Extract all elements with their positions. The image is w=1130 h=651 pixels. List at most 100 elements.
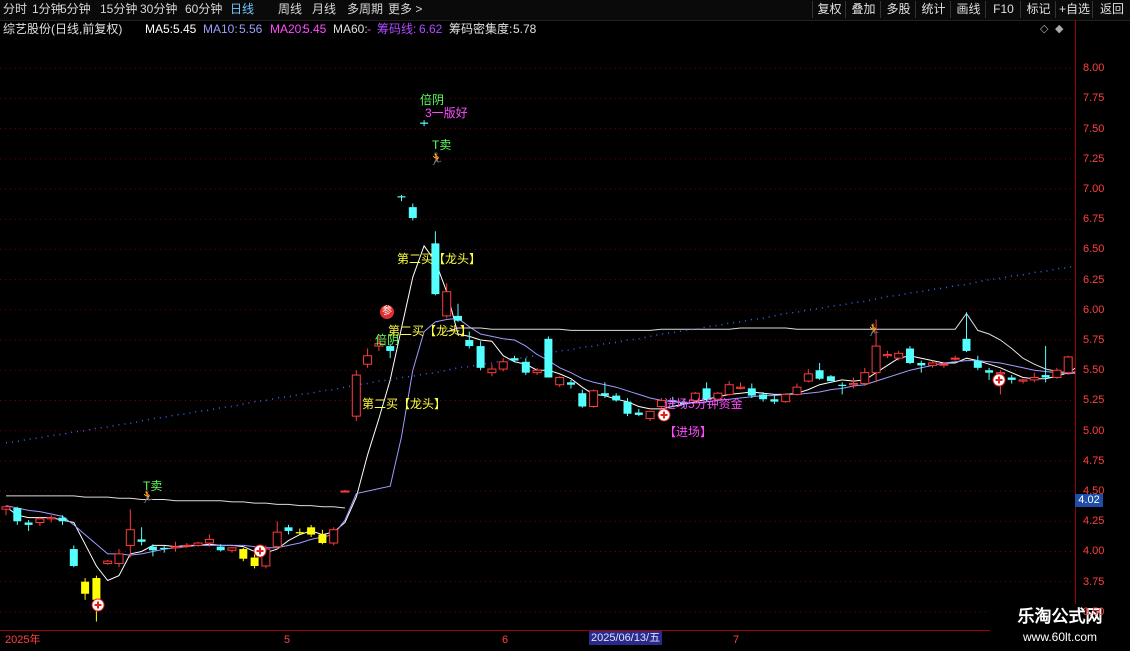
candle: [363, 348, 373, 368]
price-tick: 7.50: [1083, 122, 1105, 135]
indicator-info-bar: 综艺股份(日线,前复权) MA5: 5.45 MA10: 5.56 MA20: …: [0, 20, 1075, 38]
selected-date: 2025/06/13/五: [589, 631, 663, 645]
candle: [103, 559, 113, 565]
kline-chart: [0, 67, 1075, 622]
price-tick: 6.50: [1083, 243, 1105, 256]
runner-icon-1: 🏃: [140, 490, 155, 504]
diamond-icon[interactable]: ◇: [1040, 22, 1048, 35]
candle: [736, 382, 745, 390]
chip-line-value: 6.62: [419, 22, 443, 36]
date-tick: 2025年: [5, 634, 41, 646]
candle: [307, 524, 316, 537]
candle: [747, 383, 756, 399]
toolbar-button-2[interactable]: 多股: [880, 1, 916, 18]
toolbar-button-1[interactable]: 叠加: [845, 1, 881, 18]
tab-4[interactable]: 30分钟: [140, 2, 177, 17]
candle: [985, 367, 994, 380]
toolbar-button-5[interactable]: F10: [985, 1, 1021, 18]
plus-circle-icon: [253, 544, 267, 558]
candle: [340, 489, 350, 493]
tab-0[interactable]: 分时: [3, 2, 27, 17]
candle: [125, 509, 135, 558]
series-line-3: [5, 265, 1075, 444]
candle: [612, 393, 621, 402]
candle: [171, 541, 180, 552]
series-line-2: [6, 312, 1075, 509]
date-axis: 2025年 5 6 7: [0, 630, 1075, 651]
plus-circle-icon: [91, 598, 105, 612]
candle: [555, 376, 565, 388]
chip-line-label: 筹码线:: [377, 22, 417, 36]
candle: [351, 370, 361, 421]
candle: [1052, 367, 1062, 379]
candle: [589, 389, 599, 408]
toolbar-button-0[interactable]: 复权: [812, 1, 846, 18]
candle: [1063, 355, 1073, 374]
candle: [1029, 372, 1039, 383]
ma60-label: MA60:: [333, 22, 368, 36]
enter-label: 【进场】: [664, 425, 713, 439]
candle: [973, 355, 982, 371]
candle: [498, 358, 508, 372]
enter-funds-label: 进场5分钟资金: [664, 397, 743, 411]
candle: [1041, 346, 1050, 383]
price-tick: 6.00: [1083, 303, 1105, 316]
candle: [137, 527, 146, 546]
runner-icon-3: 🏃: [866, 323, 881, 337]
tab-5[interactable]: 60分钟: [185, 2, 222, 17]
price-tick: 5.75: [1083, 334, 1105, 347]
candle: [826, 375, 835, 382]
toolbar-button-7[interactable]: +自选: [1055, 1, 1093, 18]
toolbar-button-4[interactable]: 画线: [950, 1, 986, 18]
toolbar-button-6[interactable]: 标记: [1020, 1, 1056, 18]
candle: [476, 341, 485, 371]
candle: [770, 395, 779, 405]
tab-3[interactable]: 15分钟: [100, 2, 137, 17]
brand-name: 乐淘公式网: [1017, 607, 1103, 626]
price-tick: 5.25: [1083, 394, 1105, 407]
candle: [950, 355, 960, 361]
candle: [227, 546, 237, 553]
candle: [815, 362, 824, 380]
chip-density-label: 筹码密集度:: [449, 22, 513, 36]
candle: [442, 283, 452, 319]
candle: [1018, 378, 1028, 384]
candle: [239, 547, 248, 562]
candle: [578, 389, 587, 408]
board-label: 3一版好: [425, 106, 468, 120]
runner-icon-2: 🏃: [429, 152, 444, 166]
tab-6[interactable]: 日线: [230, 2, 254, 17]
toolbar-button-3[interactable]: 统计: [915, 1, 951, 18]
tab-9[interactable]: 多周期: [347, 2, 383, 17]
period-toolbar: 分时 1分钟 5分钟 15分钟 30分钟 60分钟 日线 周线 月线 多周期 更多 > 复权 叠加 多股统…: [0, 0, 1130, 21]
ma60-value: -: [367, 22, 371, 36]
diamond-filled-icon[interactable]: ◆: [1055, 22, 1063, 35]
candle: [284, 524, 293, 535]
tab-7[interactable]: 周线: [278, 2, 302, 17]
price-tick: 8.00: [1083, 62, 1105, 75]
price-tick: 4.75: [1083, 454, 1105, 467]
candle: [781, 393, 791, 403]
candle: [81, 578, 90, 600]
price-tick: 5.00: [1083, 424, 1105, 437]
price-axis: [1075, 20, 1130, 630]
candle: [420, 120, 429, 127]
candle: [544, 336, 553, 378]
candle: [13, 506, 22, 525]
candle: [917, 360, 926, 373]
candle: [510, 355, 519, 362]
tab-10[interactable]: 更多 >: [388, 2, 422, 17]
tab-1[interactable]: 1分钟: [32, 2, 63, 17]
candle: [46, 515, 56, 523]
ma5-label: MA5:: [145, 22, 174, 36]
tab-2[interactable]: 5分钟: [60, 2, 91, 17]
ma10-value: 5.56: [239, 22, 263, 36]
tab-8[interactable]: 月线: [312, 2, 336, 17]
candle: [1, 505, 11, 516]
ma20-value: 5.45: [303, 22, 327, 36]
toolbar-button-8[interactable]: 返回: [1092, 1, 1130, 18]
candle: [318, 529, 327, 545]
candle: [397, 195, 406, 202]
candle: [408, 203, 417, 221]
price-tick: 7.00: [1083, 183, 1105, 196]
